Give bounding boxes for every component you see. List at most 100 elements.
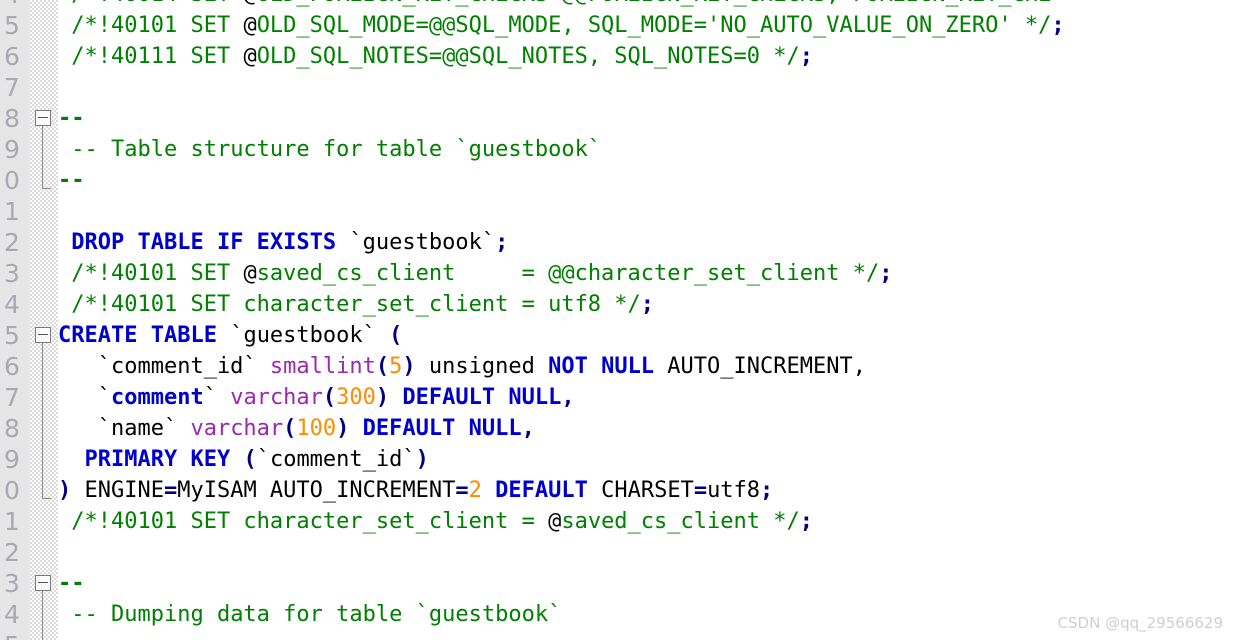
code-line[interactable]: `name` varchar(100) DEFAULT NULL,: [58, 413, 1237, 444]
code-line[interactable]: [58, 72, 1237, 103]
line-number: 6: [4, 42, 20, 71]
fold-range-line: [42, 591, 43, 640]
code-token: =: [163, 478, 178, 503]
code-line[interactable]: PRIMARY KEY (`comment_id`): [58, 444, 1237, 475]
code-token: PRIMARY KEY: [84, 447, 231, 472]
code-token: saved_cs_client */: [561, 509, 800, 534]
code-token: varchar: [230, 385, 323, 410]
code-token: NOT NULL: [548, 354, 655, 379]
code-token: CHARSET: [587, 478, 694, 503]
code-line[interactable]: DROP TABLE IF EXISTS `guestbook`;: [58, 227, 1237, 258]
code-token: ENGINE: [71, 478, 164, 503]
code-line[interactable]: --: [58, 103, 1237, 134]
code-line[interactable]: ) ENGINE=MyISAM AUTO_INCREMENT=2 DEFAULT…: [58, 475, 1237, 506]
code-line[interactable]: -- Table structure for table `guestbook`: [58, 134, 1237, 165]
code-token: -- Dumping data for table `guestbook`: [71, 602, 562, 627]
code-token: (: [243, 447, 257, 472]
line-number: 2: [4, 538, 20, 567]
code-token: MyISAM AUTO_INCREMENT: [177, 478, 456, 503]
code-line[interactable]: --: [58, 165, 1237, 196]
code-line[interactable]: /*!40111 SET @OLD_SQL_NOTES=@@SQL_NOTES,…: [58, 41, 1237, 72]
code-line[interactable]: /*!40014 SET @OLD_FOREIGN_KEY_CHECKS=@@F…: [58, 0, 1237, 10]
line-number: 7: [4, 73, 20, 102]
code-token: @: [243, 261, 257, 286]
code-token: saved_cs_client = @@character_set_client…: [256, 261, 880, 286]
code-token: ,: [561, 385, 575, 410]
code-token: @: [548, 509, 562, 534]
code-token: -- Table structure for table `guestbook`: [71, 137, 602, 162]
code-line[interactable]: --: [58, 568, 1237, 599]
code-token: ): [375, 385, 390, 410]
code-token: `: [58, 385, 111, 410]
code-token: smallint: [269, 354, 376, 379]
csdn-watermark: CSDN @qq_29566629: [1057, 614, 1223, 632]
code-token: /*!40101 SET: [71, 13, 244, 38]
fold-toggle-icon[interactable]: [35, 327, 51, 343]
code-token: unsigned: [415, 354, 549, 379]
code-token: ;: [879, 261, 893, 286]
fold-toggle-icon[interactable]: [35, 110, 51, 126]
code-line[interactable]: /*!40101 SET character_set_client = @sav…: [58, 506, 1237, 537]
line-number: 9: [4, 135, 20, 164]
code-token: ): [336, 416, 350, 441]
line-number: 4: [4, 600, 20, 629]
code-token: 100: [296, 416, 337, 441]
code-token: 2: [468, 478, 482, 503]
code-area[interactable]: /*!40014 SET @OLD_FOREIGN_KEY_CHECKS=@@F…: [58, 0, 1237, 640]
fold-range-line: [42, 126, 43, 189]
fold-range-line: [42, 343, 43, 499]
code-line[interactable]: `comment_id` smallint(5) unsigned NOT NU…: [58, 351, 1237, 382]
code-token: /*!40101 SET: [71, 261, 244, 286]
code-token: CREATE TABLE: [58, 323, 217, 348]
line-number: 1: [4, 507, 20, 536]
code-line[interactable]: /*!40101 SET @OLD_SQL_MODE=@@SQL_MODE, S…: [58, 10, 1237, 41]
code-token: `comment_id`: [256, 447, 416, 472]
code-line[interactable]: /*!40101 SET character_set_client = utf8…: [58, 289, 1237, 320]
line-number: 5: [4, 321, 20, 350]
code-line[interactable]: [58, 537, 1237, 568]
line-number: 3: [4, 569, 20, 598]
code-token: /*!40111 SET: [71, 44, 244, 69]
code-token: ;: [799, 44, 813, 69]
code-folding-column[interactable]: [30, 0, 58, 640]
code-token: `guestbook`: [336, 230, 496, 255]
code-token: @: [243, 13, 257, 38]
line-number: 2: [4, 228, 20, 257]
code-line[interactable]: `comment` varchar(300) DEFAULT NULL,: [58, 382, 1237, 413]
code-token: /*!40014 SET: [71, 0, 243, 7]
code-token: `name`: [58, 416, 191, 441]
line-number: 6: [4, 352, 20, 381]
fold-markers: [30, 0, 58, 640]
code-token: ;: [760, 478, 774, 503]
code-token: DEFAULT NULL: [362, 416, 522, 441]
code-line[interactable]: /*!40101 SET @saved_cs_client = @@charac…: [58, 258, 1237, 289]
line-number: 4: [4, 290, 20, 319]
code-line[interactable]: CREATE TABLE `guestbook` (: [58, 320, 1237, 351]
line-number: 5: [0, 630, 26, 640]
sql-code-editor[interactable]: /*!40014 SET @OLD_FOREIGN_KEY_CHECKS=@@F…: [0, 0, 1237, 640]
code-token: ;: [1051, 13, 1065, 38]
code-token: 5: [389, 354, 403, 379]
line-number: 7: [4, 383, 20, 412]
code-token: DEFAULT: [495, 478, 588, 503]
fold-toggle-icon[interactable]: [35, 575, 51, 591]
line-number-gutter[interactable]: 4567890123456789012345: [0, 0, 30, 640]
code-line[interactable]: [58, 196, 1237, 227]
code-token: @: [243, 44, 257, 69]
code-token: @: [243, 0, 256, 7]
code-token: --: [58, 106, 85, 131]
code-token: (: [322, 385, 337, 410]
line-number: 8: [4, 414, 20, 443]
code-token: ;: [495, 230, 509, 255]
code-token: varchar: [190, 416, 284, 441]
code-token: AUTO_INCREMENT,: [654, 354, 866, 379]
fold-range-end-bracket: [42, 188, 51, 189]
